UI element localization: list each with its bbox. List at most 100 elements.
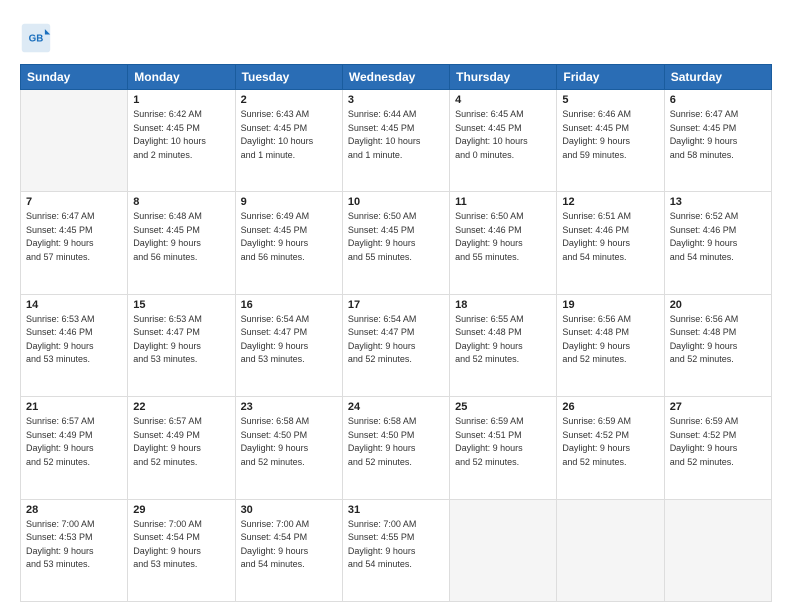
- calendar-cell: 11 Sunrise: 6:50 AM Sunset: 4:46 PM Dayli…: [450, 192, 557, 294]
- calendar-cell: [664, 499, 771, 601]
- day-info: Sunrise: 7:00 AM Sunset: 4:54 PM Dayligh…: [241, 518, 337, 572]
- calendar-cell: 30 Sunrise: 7:00 AM Sunset: 4:54 PM Dayli…: [235, 499, 342, 601]
- day-number: 10: [348, 196, 444, 208]
- day-info: Sunrise: 6:53 AM Sunset: 4:46 PM Dayligh…: [26, 313, 122, 367]
- calendar-cell: 13 Sunrise: 6:52 AM Sunset: 4:46 PM Dayli…: [664, 192, 771, 294]
- day-number: 11: [455, 196, 551, 208]
- day-info: Sunrise: 6:50 AM Sunset: 4:45 PM Dayligh…: [348, 210, 444, 264]
- day-number: 7: [26, 196, 122, 208]
- day-info: Sunrise: 6:52 AM Sunset: 4:46 PM Dayligh…: [670, 210, 766, 264]
- calendar-cell: 7Sunrise: 6:47 AM Sunset: 4:45 PM Daylig…: [21, 192, 128, 294]
- calendar-cell: 12 Sunrise: 6:51 AM Sunset: 4:46 PM Dayli…: [557, 192, 664, 294]
- calendar-cell: [21, 90, 128, 192]
- day-number: 8: [133, 196, 229, 208]
- week-row-4: 28Sunrise: 7:00 AM Sunset: 4:53 PM Dayli…: [21, 499, 772, 601]
- calendar-cell: 5Sunrise: 6:46 AM Sunset: 4:45 PM Daylig…: [557, 90, 664, 192]
- calendar-cell: 23 Sunrise: 6:58 AM Sunset: 4:50 PM Dayli…: [235, 397, 342, 499]
- day-info: Sunrise: 6:59 AM Sunset: 4:52 PM Dayligh…: [562, 415, 658, 469]
- calendar-cell: 26 Sunrise: 6:59 AM Sunset: 4:52 PM Dayli…: [557, 397, 664, 499]
- calendar-cell: 8 Sunrise: 6:48 AM Sunset: 4:45 PM Daylig…: [128, 192, 235, 294]
- day-number: 19: [562, 299, 658, 311]
- day-info: Sunrise: 6:55 AM Sunset: 4:48 PM Dayligh…: [455, 313, 551, 367]
- day-info: Sunrise: 6:43 AM Sunset: 4:45 PM Dayligh…: [241, 108, 337, 162]
- calendar-cell: 21 Sunrise: 6:57 AM Sunset: 4:49 PM Dayli…: [21, 397, 128, 499]
- calendar-cell: 1 Sunrise: 6:42 AM Sunset: 4:45 PM Daylig…: [128, 90, 235, 192]
- weekday-header-monday: Monday: [128, 65, 235, 90]
- day-number: 27: [670, 401, 766, 413]
- day-number: 13: [670, 196, 766, 208]
- day-number: 23: [241, 401, 337, 413]
- day-number: 6: [670, 94, 766, 106]
- calendar-cell: 15 Sunrise: 6:53 AM Sunset: 4:47 PM Dayli…: [128, 294, 235, 396]
- day-number: 5: [562, 94, 658, 106]
- day-info: Sunrise: 6:53 AM Sunset: 4:47 PM Dayligh…: [133, 313, 229, 367]
- day-number: 26: [562, 401, 658, 413]
- calendar-cell: 9 Sunrise: 6:49 AM Sunset: 4:45 PM Daylig…: [235, 192, 342, 294]
- day-number: 25: [455, 401, 551, 413]
- calendar-cell: 3 Sunrise: 6:44 AM Sunset: 4:45 PM Daylig…: [342, 90, 449, 192]
- day-number: 18: [455, 299, 551, 311]
- day-info: Sunrise: 6:48 AM Sunset: 4:45 PM Dayligh…: [133, 210, 229, 264]
- day-info: Sunrise: 6:49 AM Sunset: 4:45 PM Dayligh…: [241, 210, 337, 264]
- day-number: 17: [348, 299, 444, 311]
- day-info: Sunrise: 6:57 AM Sunset: 4:49 PM Dayligh…: [26, 415, 122, 469]
- weekday-header-wednesday: Wednesday: [342, 65, 449, 90]
- day-info: Sunrise: 6:57 AM Sunset: 4:49 PM Dayligh…: [133, 415, 229, 469]
- calendar-cell: 29Sunrise: 7:00 AM Sunset: 4:54 PM Dayli…: [128, 499, 235, 601]
- day-number: 12: [562, 196, 658, 208]
- week-row-2: 14 Sunrise: 6:53 AM Sunset: 4:46 PM Dayli…: [21, 294, 772, 396]
- day-info: Sunrise: 6:58 AM Sunset: 4:50 PM Dayligh…: [241, 415, 337, 469]
- day-number: 14: [26, 299, 122, 311]
- calendar-cell: 14 Sunrise: 6:53 AM Sunset: 4:46 PM Dayli…: [21, 294, 128, 396]
- calendar-cell: 18 Sunrise: 6:55 AM Sunset: 4:48 PM Dayli…: [450, 294, 557, 396]
- weekday-header-thursday: Thursday: [450, 65, 557, 90]
- day-number: 22: [133, 401, 229, 413]
- logo-icon: GB: [20, 22, 52, 54]
- day-info: Sunrise: 6:56 AM Sunset: 4:48 PM Dayligh…: [562, 313, 658, 367]
- calendar-cell: [450, 499, 557, 601]
- day-number: 31: [348, 504, 444, 516]
- day-info: Sunrise: 7:00 AM Sunset: 4:55 PM Dayligh…: [348, 518, 444, 572]
- calendar-cell: 2 Sunrise: 6:43 AM Sunset: 4:45 PM Daylig…: [235, 90, 342, 192]
- day-info: Sunrise: 6:42 AM Sunset: 4:45 PM Dayligh…: [133, 108, 229, 162]
- day-number: 15: [133, 299, 229, 311]
- page: GB SundayMondayTuesdayWednesdayThursdayF…: [0, 0, 792, 612]
- day-number: 3: [348, 94, 444, 106]
- day-number: 16: [241, 299, 337, 311]
- day-number: 1: [133, 94, 229, 106]
- day-info: Sunrise: 6:59 AM Sunset: 4:51 PM Dayligh…: [455, 415, 551, 469]
- week-row-1: 7Sunrise: 6:47 AM Sunset: 4:45 PM Daylig…: [21, 192, 772, 294]
- calendar-cell: 20Sunrise: 6:56 AM Sunset: 4:48 PM Dayli…: [664, 294, 771, 396]
- calendar-cell: 22 Sunrise: 6:57 AM Sunset: 4:49 PM Dayli…: [128, 397, 235, 499]
- day-info: Sunrise: 6:56 AM Sunset: 4:48 PM Dayligh…: [670, 313, 766, 367]
- day-info: Sunrise: 6:54 AM Sunset: 4:47 PM Dayligh…: [241, 313, 337, 367]
- weekday-header-friday: Friday: [557, 65, 664, 90]
- day-info: Sunrise: 6:59 AM Sunset: 4:52 PM Dayligh…: [670, 415, 766, 469]
- week-row-3: 21 Sunrise: 6:57 AM Sunset: 4:49 PM Dayli…: [21, 397, 772, 499]
- weekday-header-tuesday: Tuesday: [235, 65, 342, 90]
- day-info: Sunrise: 6:58 AM Sunset: 4:50 PM Dayligh…: [348, 415, 444, 469]
- calendar-cell: 17 Sunrise: 6:54 AM Sunset: 4:47 PM Dayli…: [342, 294, 449, 396]
- day-info: Sunrise: 6:45 AM Sunset: 4:45 PM Dayligh…: [455, 108, 551, 162]
- day-number: 2: [241, 94, 337, 106]
- calendar-cell: 28Sunrise: 7:00 AM Sunset: 4:53 PM Dayli…: [21, 499, 128, 601]
- calendar-cell: 10 Sunrise: 6:50 AM Sunset: 4:45 PM Dayli…: [342, 192, 449, 294]
- day-info: Sunrise: 6:44 AM Sunset: 4:45 PM Dayligh…: [348, 108, 444, 162]
- day-info: Sunrise: 6:47 AM Sunset: 4:45 PM Dayligh…: [670, 108, 766, 162]
- calendar-cell: 6 Sunrise: 6:47 AM Sunset: 4:45 PM Daylig…: [664, 90, 771, 192]
- weekday-header-sunday: Sunday: [21, 65, 128, 90]
- calendar-cell: [557, 499, 664, 601]
- calendar-cell: 16 Sunrise: 6:54 AM Sunset: 4:47 PM Dayli…: [235, 294, 342, 396]
- day-info: Sunrise: 6:50 AM Sunset: 4:46 PM Dayligh…: [455, 210, 551, 264]
- calendar-table: SundayMondayTuesdayWednesdayThursdayFrid…: [20, 64, 772, 602]
- calendar-cell: 24Sunrise: 6:58 AM Sunset: 4:50 PM Dayli…: [342, 397, 449, 499]
- day-number: 9: [241, 196, 337, 208]
- week-row-0: 1 Sunrise: 6:42 AM Sunset: 4:45 PM Daylig…: [21, 90, 772, 192]
- day-number: 30: [241, 504, 337, 516]
- day-info: Sunrise: 6:54 AM Sunset: 4:47 PM Dayligh…: [348, 313, 444, 367]
- day-number: 21: [26, 401, 122, 413]
- day-info: Sunrise: 7:00 AM Sunset: 4:54 PM Dayligh…: [133, 518, 229, 572]
- calendar-cell: 4Sunrise: 6:45 AM Sunset: 4:45 PM Daylig…: [450, 90, 557, 192]
- calendar-cell: 27 Sunrise: 6:59 AM Sunset: 4:52 PM Dayli…: [664, 397, 771, 499]
- day-info: Sunrise: 6:51 AM Sunset: 4:46 PM Dayligh…: [562, 210, 658, 264]
